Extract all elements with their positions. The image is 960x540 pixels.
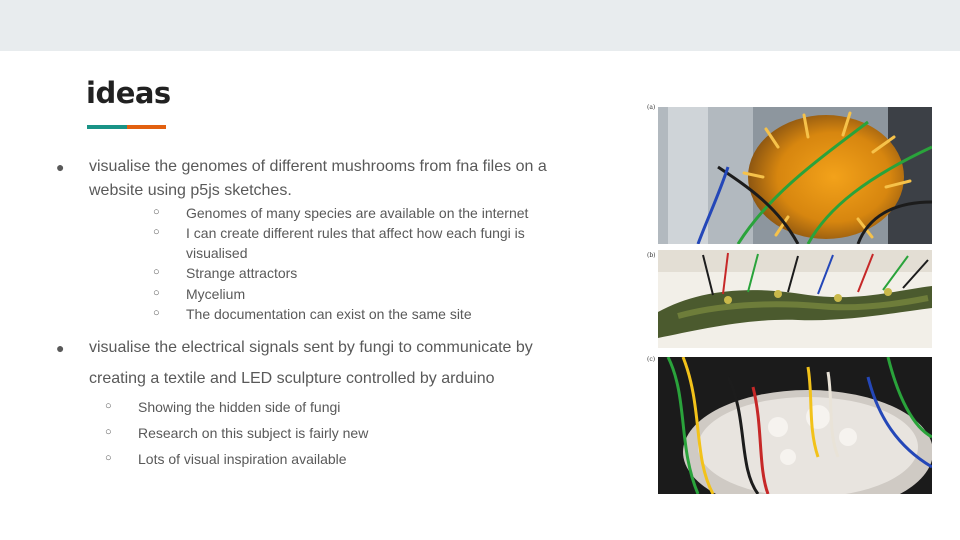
bullet-1-line-1: visualise the genomes of different mushr…: [89, 158, 547, 175]
sub-bullet-marker: ○: [105, 426, 112, 438]
sub-bullet-marker: ○: [153, 226, 160, 238]
sub-item: Showing the hidden side of fungi: [138, 399, 341, 415]
title-underline-orange: [127, 125, 166, 129]
sub-bullet-marker: ○: [105, 452, 112, 464]
panel-label: (b): [647, 252, 656, 259]
sub-item: Lots of visual inspiration available: [138, 451, 347, 467]
photo-a-mushroom-with-wires: [658, 107, 932, 244]
photo-c-petri-dish-with-wires: [658, 357, 932, 494]
photo-b-branch-with-wires: [658, 250, 932, 348]
sub-item: Strange attractors: [186, 265, 298, 281]
bullet-1-line-2: website using p5js sketches.: [89, 182, 292, 199]
bullet-marker: ●: [56, 159, 65, 175]
sub-item: Research on this subject is fairly new: [138, 425, 369, 441]
sub-item-continuation: visualised: [186, 245, 248, 261]
slide-title: ideas: [86, 76, 171, 110]
sub-item: The documentation can exist on the same …: [186, 306, 472, 322]
sub-item: I can create different rules that affect…: [186, 225, 525, 241]
sub-bullet-marker: ○: [105, 400, 112, 412]
panel-label: (c): [647, 356, 656, 363]
top-band: [0, 0, 960, 51]
sub-bullet-marker: ○: [153, 206, 160, 218]
sub-bullet-marker: ○: [153, 307, 160, 319]
bullet-2-line-1: visualise the electrical signals sent by…: [89, 339, 533, 356]
panel-label: (a): [647, 104, 656, 111]
title-underline-teal: [87, 125, 127, 129]
sub-item: Mycelium: [186, 286, 246, 302]
sub-bullet-marker: ○: [153, 287, 160, 299]
sub-item: Genomes of many species are available on…: [186, 205, 529, 221]
bullet-marker: ●: [56, 340, 65, 356]
sub-bullet-marker: ○: [153, 266, 160, 278]
bullet-2-line-2: creating a textile and LED sculpture con…: [89, 370, 495, 387]
